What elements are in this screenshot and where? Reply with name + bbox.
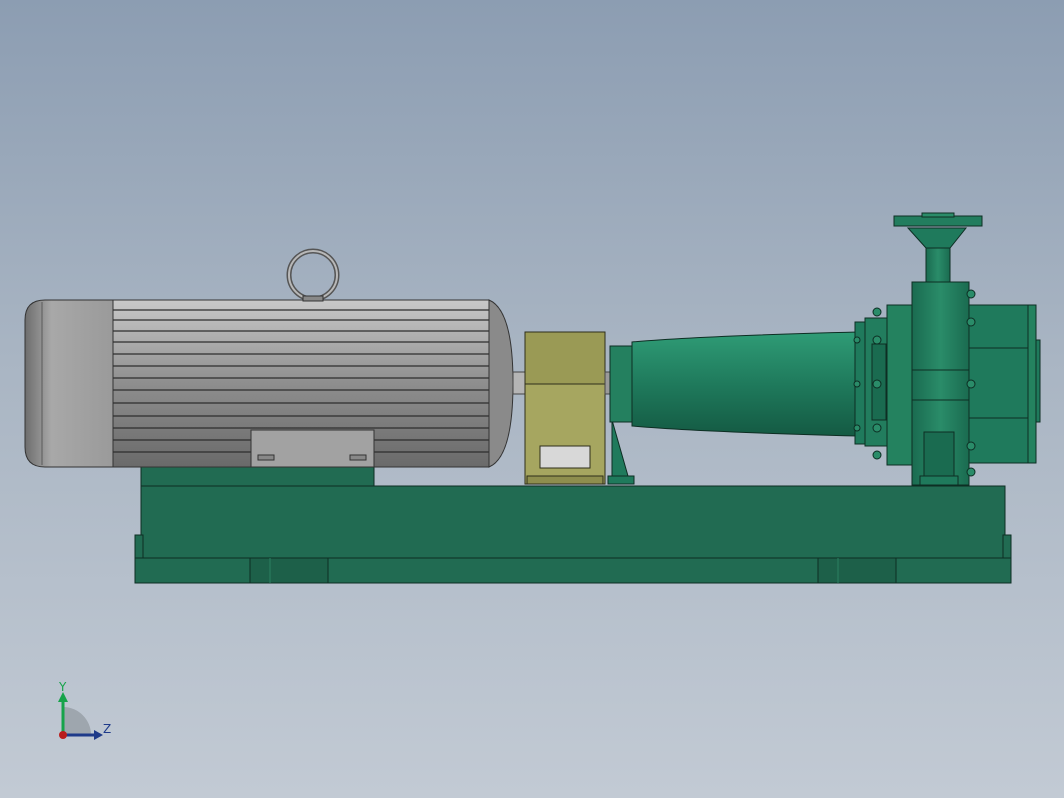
coordinate-triad-icon: Y Z — [58, 680, 111, 740]
lifting-eye-icon — [286, 248, 340, 302]
bearing-bracket — [524, 331, 614, 485]
pipe-support — [607, 419, 635, 485]
triad-z-label: Z — [103, 722, 111, 736]
pump-assembly-drawing: Y Z — [24, 212, 1041, 740]
electric-motor — [24, 299, 528, 468]
pump-head — [853, 212, 1041, 486]
cad-viewport[interactable]: Y Z — [0, 0, 1064, 798]
base-frame — [134, 485, 1012, 584]
conical-pump-casing — [609, 331, 859, 437]
triad-y-label: Y — [58, 680, 67, 694]
